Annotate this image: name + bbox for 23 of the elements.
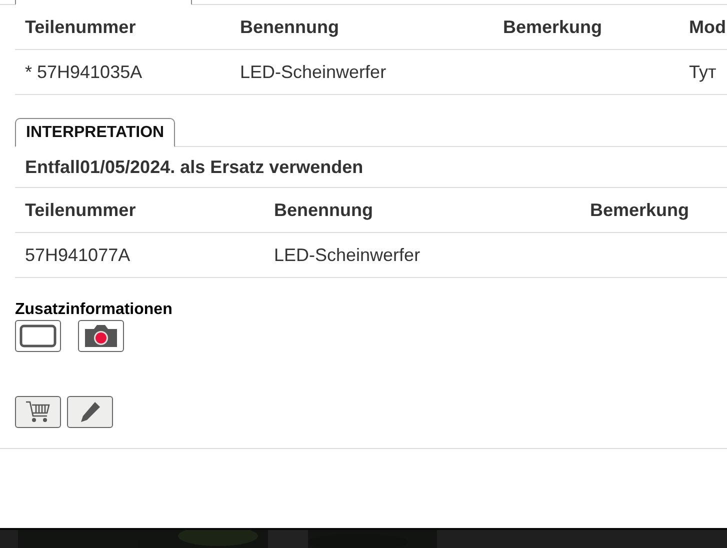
cart-icon — [25, 400, 51, 424]
photo-button[interactable] — [78, 320, 124, 352]
column-header: Benennung — [230, 5, 493, 50]
column-header: Benennung — [264, 188, 580, 233]
note-text: Entfall01/05/2024. als Ersatz verwenden — [15, 147, 727, 188]
camera-icon — [82, 323, 120, 349]
frame-icon — [19, 324, 57, 348]
table-cell: 57H941077A — [15, 233, 264, 278]
column-header: Bemerkung — [493, 5, 679, 50]
table-cell: LED-Scheinwerfer — [230, 50, 493, 95]
column-header: Bemerkung — [580, 188, 727, 233]
pencil-icon — [78, 400, 102, 424]
section-title: Zusatzinformationen — [15, 301, 174, 319]
table-cell: * 57H941035A — [15, 50, 230, 95]
interpretation-tab[interactable]: INTERPRETATION — [15, 118, 176, 147]
cart-button[interactable] — [15, 396, 61, 428]
column-header: Mod — [679, 5, 727, 50]
frame-button[interactable] — [15, 320, 61, 352]
column-header: Teilenummer — [15, 5, 230, 50]
column-header: Teilenummer — [15, 188, 264, 233]
table-cell: LED-Scheinwerfer — [264, 233, 580, 278]
edit-button[interactable] — [67, 396, 113, 428]
table-cell: Тут — [679, 50, 727, 95]
